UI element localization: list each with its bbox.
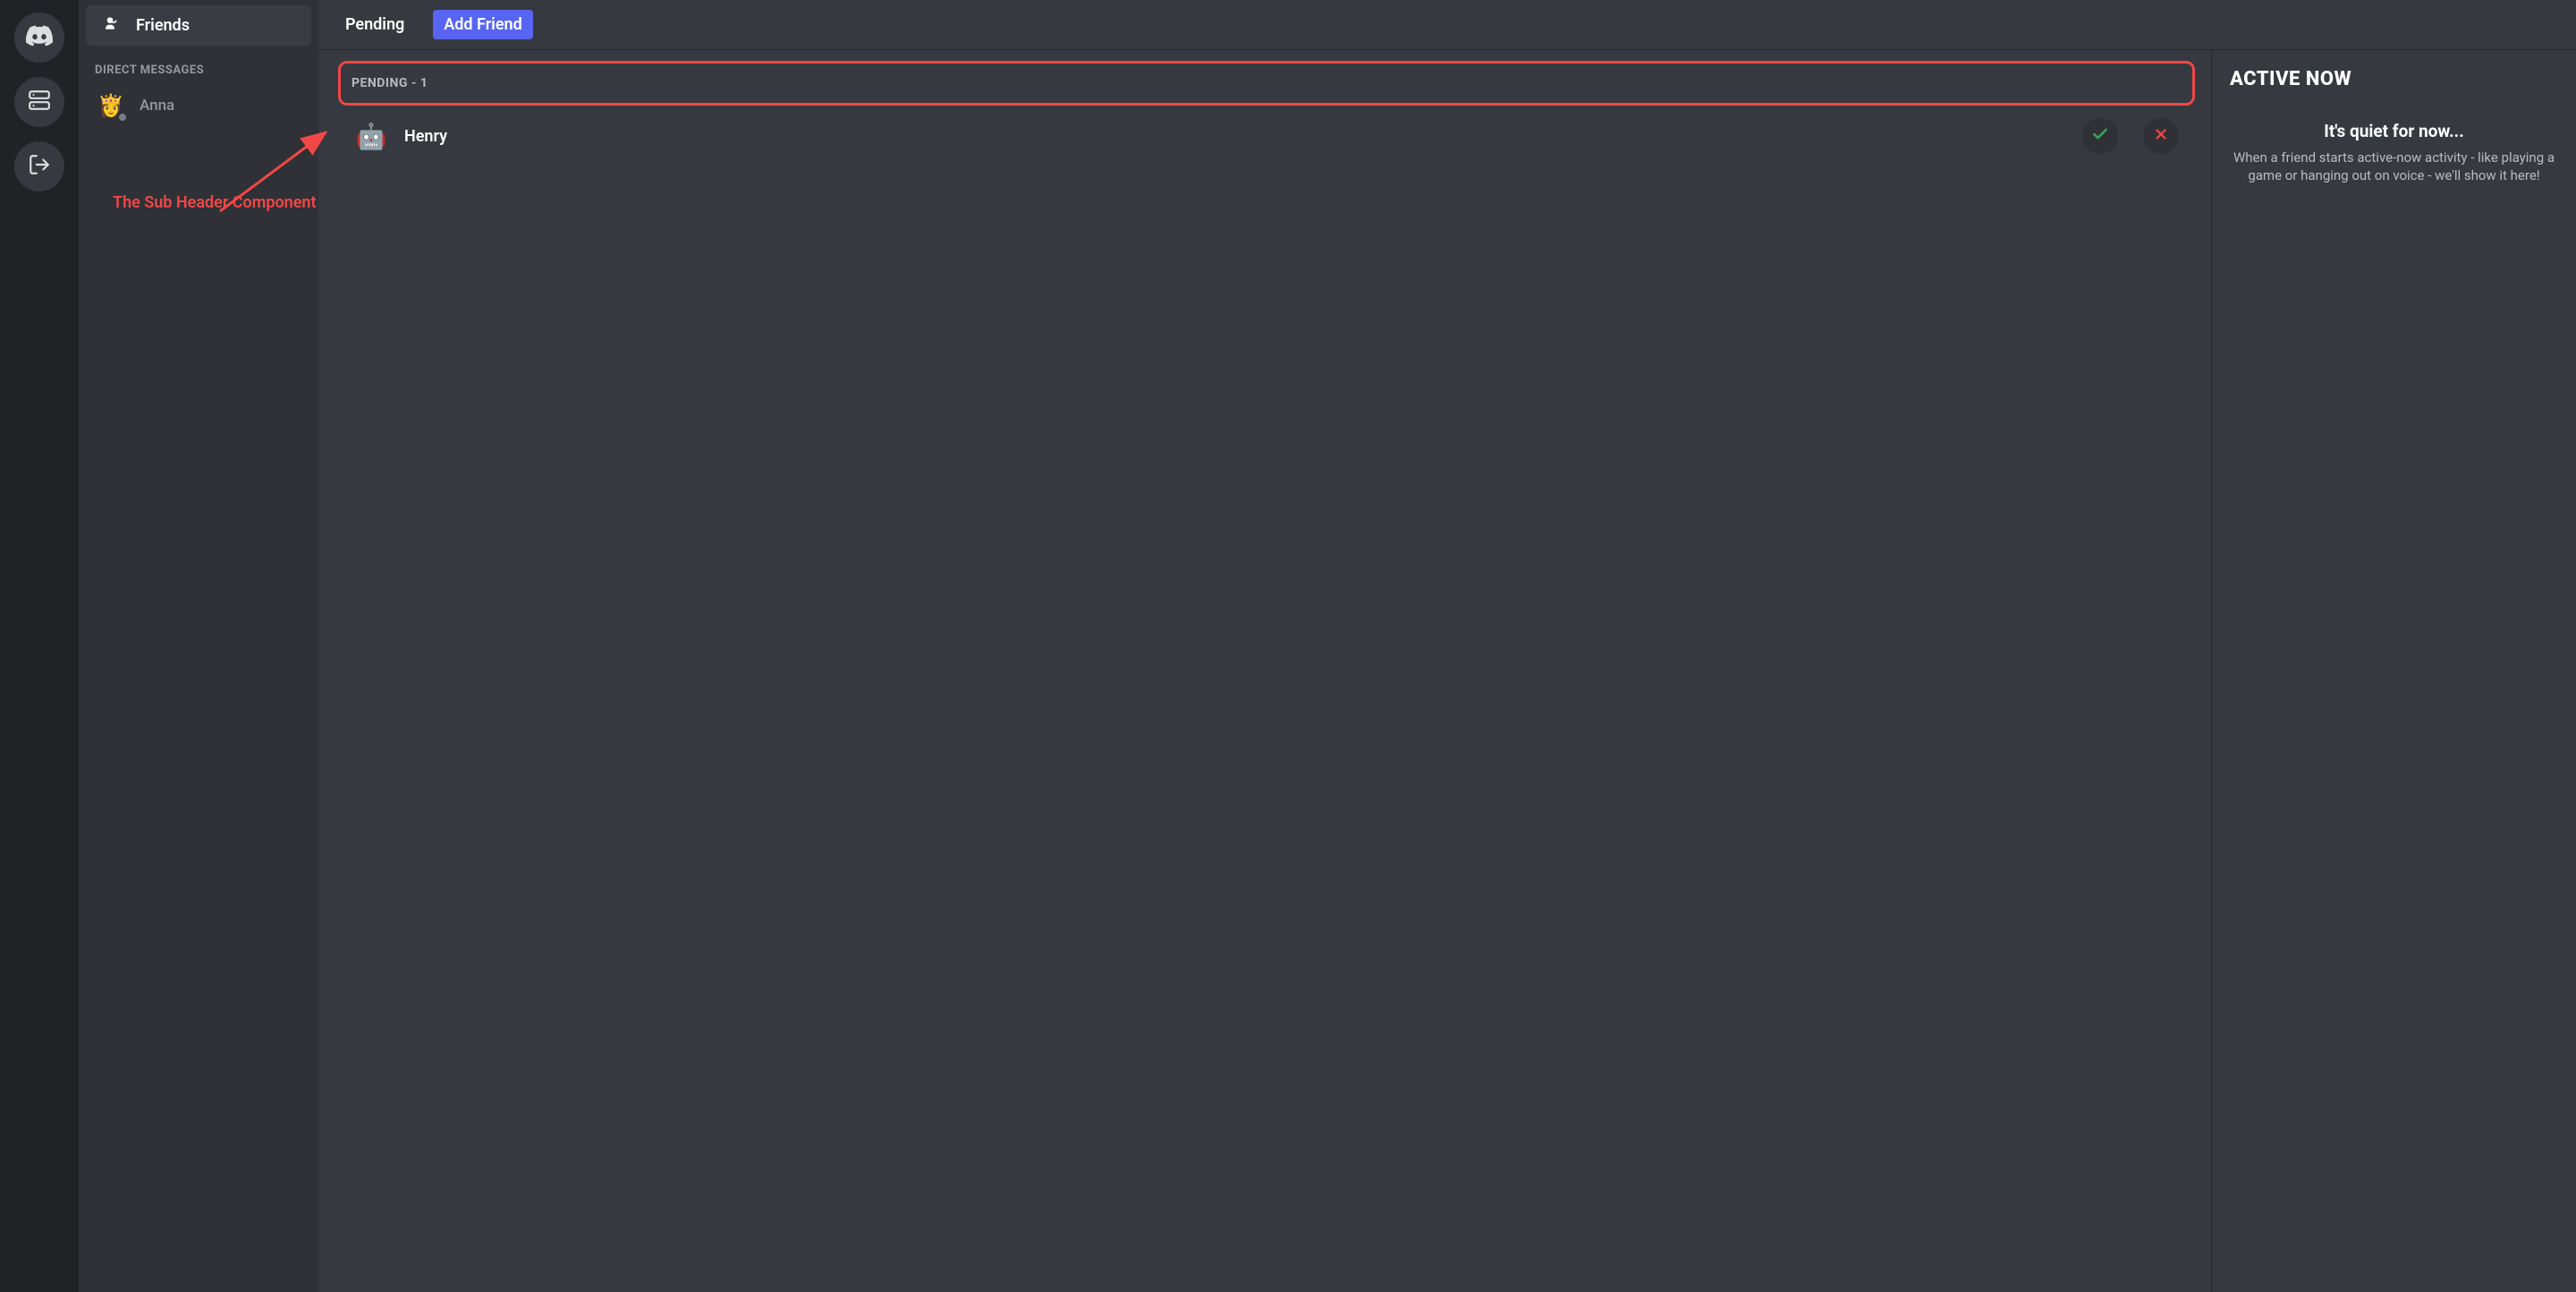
pending-subheader: PENDING - 1 [338, 61, 2195, 106]
logout-button[interactable] [14, 141, 64, 191]
accept-button[interactable] [2082, 118, 2118, 154]
discord-home-button[interactable] [14, 13, 64, 63]
friends-label: Friends [136, 16, 190, 35]
avatar: 👸 [95, 89, 127, 122]
check-icon [2091, 125, 2109, 147]
decline-button[interactable] [2143, 118, 2179, 154]
content-row: PENDING - 1 The Sub Header Component 🤖 H… [318, 50, 2576, 1292]
logout-icon [28, 153, 51, 180]
server-rail [0, 0, 79, 1292]
pending-column: PENDING - 1 The Sub Header Component 🤖 H… [318, 50, 2211, 1292]
friends-nav[interactable]: Friends [86, 5, 311, 46]
main: Pending Add Friend PENDING - 1 The Sub H… [318, 0, 2576, 1292]
active-now-quiet-title: It's quiet for now... [2230, 121, 2558, 141]
status-offline-icon [116, 111, 129, 123]
avatar: 🤖 [354, 119, 388, 153]
active-now-column: ACTIVE NOW It's quiet for now... When a … [2211, 50, 2576, 1292]
friends-icon [98, 14, 122, 37]
active-now-title: ACTIVE NOW [2230, 68, 2558, 90]
add-friend-button[interactable]: Add Friend [433, 10, 532, 39]
server-button[interactable] [14, 77, 64, 127]
tab-pending[interactable]: Pending [345, 15, 404, 34]
discord-logo-icon [26, 25, 53, 50]
server-icon [28, 89, 51, 115]
dm-item-anna[interactable]: 👸 Anna [86, 84, 311, 127]
friend-name: Henry [404, 127, 2057, 146]
dm-heading: DIRECT MESSAGES [86, 46, 311, 84]
pending-friend-row[interactable]: 🤖 Henry [338, 106, 2195, 166]
dm-name: Anna [140, 97, 174, 115]
active-now-quiet-desc: When a friend starts active-now activity… [2230, 149, 2558, 185]
topbar: Pending Add Friend [318, 0, 2576, 50]
annotation-label: The Sub Header Component [113, 193, 317, 212]
close-icon [2153, 126, 2169, 146]
